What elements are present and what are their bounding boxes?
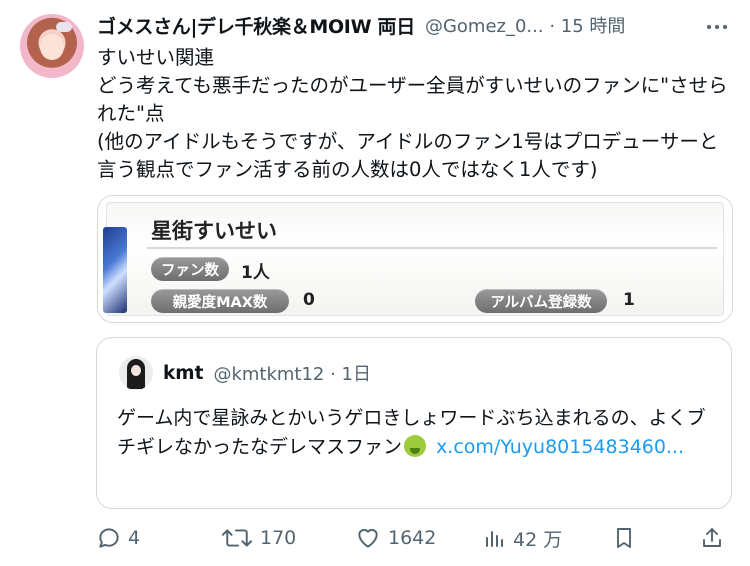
more-options-icon[interactable] xyxy=(703,16,731,38)
post-header: ゴメスさん|デレ千秋楽＆MOIW 両日 @Gomez_0... · 15 時間 xyxy=(97,10,737,40)
fan-count-value: 1人 xyxy=(241,263,270,283)
timestamp[interactable]: · 15 時間 xyxy=(549,16,625,37)
like-button[interactable]: 1642 xyxy=(354,518,436,558)
idol-name: 星街すいせい xyxy=(151,219,277,243)
repost-icon xyxy=(221,529,253,547)
divider xyxy=(147,247,717,249)
heart-icon xyxy=(358,528,378,548)
repost-count: 170 xyxy=(260,527,297,549)
quote-display-name[interactable]: kmt xyxy=(163,363,203,384)
avatar[interactable] xyxy=(20,14,84,78)
share-icon xyxy=(703,528,721,547)
like-count: 1642 xyxy=(388,527,437,549)
media-image[interactable]: 星街すいせい ファン数 1人 親愛度MAX数 0 アルバム登録数 1 xyxy=(97,195,733,323)
views-count: 42 万 xyxy=(513,528,563,551)
quoted-post[interactable]: kmt @kmtkmt12 · 1日 ゲーム内で星詠みとかいうゲロきしょワードぶ… xyxy=(96,337,732,509)
avatar-face xyxy=(40,34,64,60)
handle[interactable]: @Gomez_0... · 15 時間 xyxy=(425,12,625,38)
bookmark-button[interactable] xyxy=(612,518,636,558)
bookmark-icon xyxy=(617,528,631,548)
avatar-bow xyxy=(56,22,72,32)
quote-handle[interactable]: @kmtkmt12 · 1日 xyxy=(213,360,371,386)
quote-link[interactable]: x.com/Yuyu8015483460... xyxy=(436,436,684,458)
quote-text: ゲーム内で星詠みとかいうゲロきしょワードぶち込まれるの、よくブチギレなかったなデ… xyxy=(117,407,706,458)
post-text: すいせい関連 どう考えても悪手だったのがユーザー全員がすいせいのファンに"させら… xyxy=(97,46,728,181)
action-bar: 4 170 1642 42 万 xyxy=(96,518,736,558)
album-count-label: アルバム登録数 xyxy=(475,289,607,313)
reply-count: 4 xyxy=(128,527,141,549)
quote-avatar[interactable] xyxy=(119,356,153,390)
reply-icon xyxy=(99,528,119,548)
views-button[interactable]: 42 万 xyxy=(483,518,562,558)
album-count-value: 1 xyxy=(623,290,635,310)
quote-header: kmt @kmtkmt12 · 1日 xyxy=(163,360,371,386)
repost-button[interactable]: 170 xyxy=(220,518,296,558)
game-card: 星街すいせい ファン数 1人 親愛度MAX数 0 アルバム登録数 1 xyxy=(103,202,724,316)
nauseated-face-icon xyxy=(404,435,427,457)
analytics-icon xyxy=(486,531,503,547)
affection-max-label: 親愛度MAX数 xyxy=(151,289,289,313)
reply-button[interactable]: 4 xyxy=(96,518,140,558)
avatar-face xyxy=(131,365,141,376)
character-thumbnail xyxy=(103,227,127,313)
fan-count-label: ファン数 xyxy=(151,257,229,281)
affection-max-value: 0 xyxy=(303,290,315,310)
display-name[interactable]: ゴメスさん|デレ千秋楽＆MOIW 両日 xyxy=(97,12,415,39)
share-button[interactable] xyxy=(700,518,724,558)
